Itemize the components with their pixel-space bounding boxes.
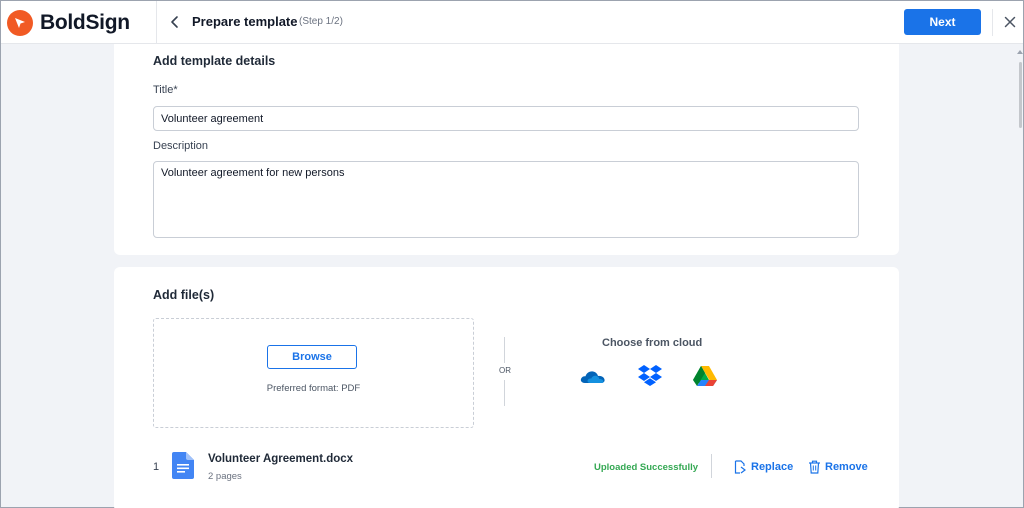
title-label: Title* xyxy=(153,84,178,96)
or-label: OR xyxy=(499,366,511,375)
file-index: 1 xyxy=(153,461,160,473)
replace-label: Replace xyxy=(751,461,794,473)
cloud-section-title: Choose from cloud xyxy=(602,337,703,349)
boldsign-logo-icon xyxy=(7,10,33,36)
boldsign-logo[interactable]: BoldSign xyxy=(7,9,130,37)
title-input[interactable] xyxy=(153,106,859,131)
add-files-card: Add file(s) Browse Preferred format: PDF… xyxy=(114,267,899,508)
page-scrollbar[interactable] xyxy=(1017,44,1023,507)
replace-file-button[interactable]: Replace xyxy=(733,460,793,474)
or-divider-bottom xyxy=(504,380,505,406)
close-divider xyxy=(992,9,993,36)
google-docs-file-icon xyxy=(172,452,194,479)
remove-file-button[interactable]: Remove xyxy=(808,460,868,474)
file-name: Volunteer Agreement.docx xyxy=(208,453,354,465)
replace-file-icon xyxy=(734,460,746,474)
uploaded-file-row: 1 Volunteer Agreement.docx 2 pages Uploa… xyxy=(153,450,873,482)
dropbox-icon[interactable] xyxy=(636,363,664,387)
step-indicator: (Step 1/2) xyxy=(299,16,343,27)
files-section-title: Add file(s) xyxy=(153,288,215,302)
header-divider xyxy=(156,1,157,44)
next-button[interactable]: Next xyxy=(904,9,981,35)
scroll-thumb[interactable] xyxy=(1019,62,1022,128)
back-arrow-icon[interactable] xyxy=(165,12,185,32)
file-page-count: 2 pages xyxy=(208,471,242,482)
onedrive-icon[interactable] xyxy=(579,364,607,388)
google-drive-icon[interactable] xyxy=(691,364,719,388)
upload-status: Uploaded Successfully xyxy=(594,462,699,473)
template-details-card: Add template details Title* Description … xyxy=(114,44,899,255)
or-divider-top xyxy=(504,337,505,363)
browse-button[interactable]: Browse xyxy=(267,345,357,369)
description-label: Description xyxy=(153,140,209,152)
details-section-title: Add template details xyxy=(153,54,276,68)
file-row-divider xyxy=(711,454,712,478)
page-title: Prepare template xyxy=(192,14,298,29)
preferred-format-note: Preferred format: PDF xyxy=(266,383,361,394)
description-textarea[interactable]: Volunteer agreement for new persons xyxy=(153,161,859,238)
scroll-up-arrow-icon[interactable] xyxy=(1017,50,1023,54)
brand-name: BoldSign xyxy=(40,11,130,34)
close-icon[interactable] xyxy=(1002,14,1018,30)
file-dropzone[interactable]: Browse Preferred format: PDF xyxy=(153,318,474,428)
top-header: BoldSign Prepare template (Step 1/2) Nex… xyxy=(1,1,1023,44)
remove-label: Remove xyxy=(825,461,868,473)
trash-icon xyxy=(809,460,820,474)
